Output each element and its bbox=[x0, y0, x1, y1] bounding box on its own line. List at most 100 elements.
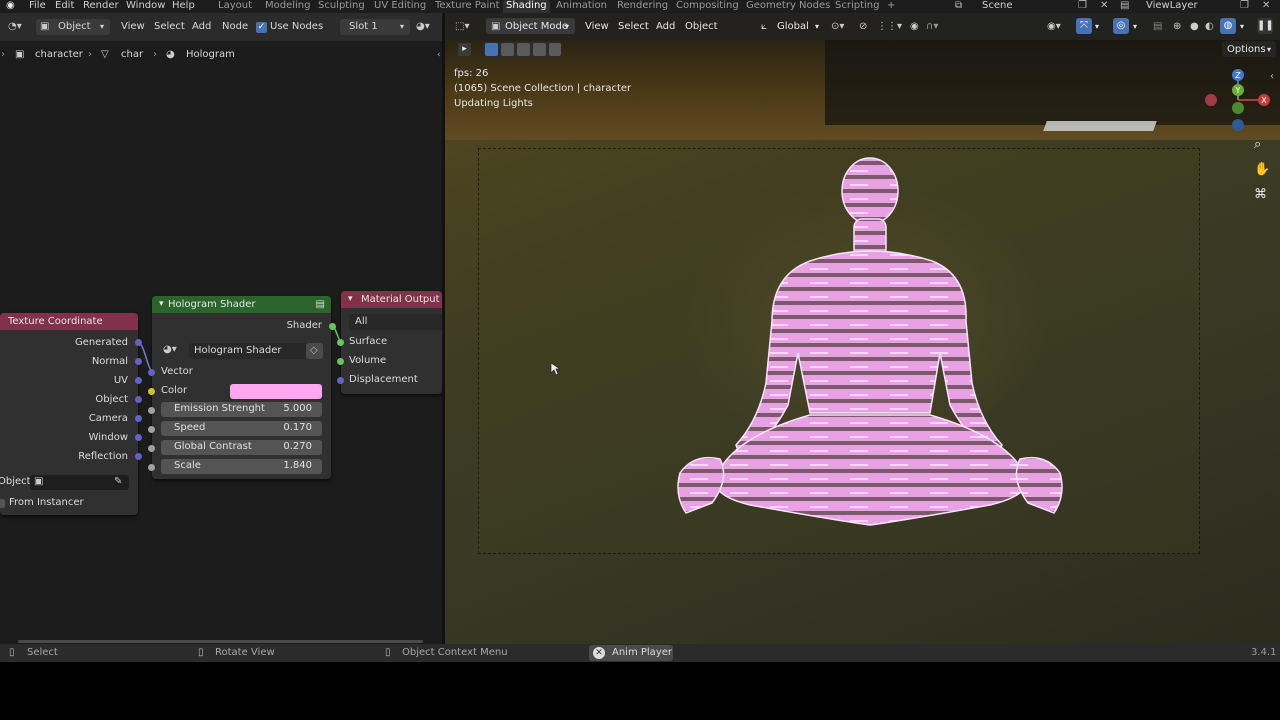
rendered-shading-icon[interactable]: ◍ bbox=[1220, 18, 1236, 34]
socket-reflection[interactable] bbox=[135, 453, 142, 460]
orientation-dropdown[interactable]: Global bbox=[777, 20, 809, 33]
pivot-icon[interactable]: ⊙▾ bbox=[831, 20, 844, 33]
status-context: Object Context Menu bbox=[402, 647, 508, 658]
socket-normal[interactable] bbox=[135, 358, 142, 365]
gizmo-y-label: Y bbox=[1235, 86, 1241, 95]
solid-shading-icon[interactable]: ● bbox=[1190, 20, 1199, 33]
chevron-down-icon: ▾ bbox=[1133, 22, 1138, 31]
color-swatch[interactable] bbox=[230, 384, 322, 399]
eyedropper-icon[interactable]: ✎ bbox=[114, 476, 122, 488]
tab-geometry-nodes[interactable]: Geometry Nodes bbox=[743, 0, 833, 13]
copy-view-layer-icon[interactable]: ❐ bbox=[1240, 0, 1249, 13]
camera-view-icon[interactable]: ⌘ bbox=[1254, 188, 1267, 201]
close-scene-icon[interactable]: ✕ bbox=[1100, 0, 1108, 13]
socket-generated[interactable] bbox=[135, 339, 142, 346]
from-instancer-checkbox[interactable] bbox=[0, 499, 5, 508]
node-group-selector[interactable]: ◕▾ Hologram Shader ◇ bbox=[161, 343, 323, 359]
object-mode-icon: ▣ bbox=[491, 21, 501, 32]
pause-render-icon[interactable]: ❚❚ bbox=[1257, 18, 1274, 34]
output-uv: UV bbox=[113, 375, 128, 386]
tab-texture-paint[interactable]: Texture Paint bbox=[432, 0, 503, 13]
texture-coordinate-node[interactable]: Texture Coordinate Generated Normal UV O… bbox=[0, 313, 138, 515]
tab-scripting[interactable]: Scripting bbox=[832, 0, 882, 13]
node-header[interactable]: ▾ Hologram Shader ▤ bbox=[152, 296, 331, 313]
socket-displacement-in[interactable] bbox=[337, 377, 344, 384]
socket-camera[interactable] bbox=[135, 415, 142, 422]
collapse-chevron-icon[interactable]: ▾ bbox=[159, 296, 164, 313]
figure-body bbox=[677, 157, 1063, 526]
anim-player-job[interactable]: ✕ Anim Player bbox=[589, 645, 673, 661]
material-shading-icon[interactable]: ◐ bbox=[1205, 20, 1214, 33]
scale-field[interactable]: Scale 1.840 bbox=[161, 459, 322, 474]
socket-surface-in[interactable] bbox=[337, 339, 344, 346]
visibility-eye-icon[interactable]: ◉▾ bbox=[1047, 20, 1061, 33]
socket-window[interactable] bbox=[135, 434, 142, 441]
node-header[interactable]: Texture Coordinate bbox=[0, 313, 138, 330]
select-intersect-icon[interactable] bbox=[549, 43, 561, 56]
socket-emission-in[interactable] bbox=[148, 407, 155, 414]
viewport-header: ⬚▾ ▣ Object Mode ▾ View Select Add Objec… bbox=[445, 13, 1280, 40]
socket-vector-in[interactable] bbox=[148, 369, 155, 376]
xray-icon[interactable]: ▤ bbox=[1153, 20, 1162, 33]
socket-volume-in[interactable] bbox=[337, 358, 344, 365]
view-layer-name[interactable]: ViewLayer bbox=[1146, 0, 1198, 13]
close-view-layer-icon[interactable]: ✕ bbox=[1262, 0, 1270, 13]
options-dropdown[interactable]: Options ▾ bbox=[1222, 41, 1276, 57]
gizmo-toggle-icon[interactable]: ⤧ bbox=[1076, 18, 1092, 34]
select-subtract-icon[interactable] bbox=[517, 43, 530, 56]
socket-speed-in[interactable] bbox=[148, 426, 155, 433]
group-name: Hologram Shader bbox=[194, 345, 282, 356]
group-name-field[interactable]: Hologram Shader bbox=[189, 343, 315, 359]
socket-contrast-in[interactable] bbox=[148, 445, 155, 452]
gizmo-neg-x-axis bbox=[1205, 94, 1217, 106]
speed-field[interactable]: Speed 0.170 bbox=[161, 421, 322, 436]
pan-hand-icon[interactable]: ✋ bbox=[1254, 163, 1270, 176]
node-group-icon[interactable]: ▤ bbox=[316, 296, 325, 313]
snap-target-icon[interactable]: ⋮⋮▾ bbox=[877, 20, 902, 33]
node-editor-scrollbar[interactable] bbox=[18, 640, 423, 643]
socket-uv[interactable] bbox=[135, 377, 142, 384]
select-new-icon[interactable] bbox=[485, 43, 498, 56]
copy-scene-icon[interactable]: ❐ bbox=[1078, 0, 1087, 13]
tab-rendering[interactable]: Rendering bbox=[614, 0, 671, 13]
node-header[interactable]: ▾ Material Output bbox=[341, 291, 442, 308]
menu-view[interactable]: View bbox=[585, 20, 609, 33]
cancel-job-icon[interactable]: ✕ bbox=[593, 647, 605, 659]
menu-add[interactable]: Add bbox=[656, 20, 675, 33]
scene-name[interactable]: Scene bbox=[982, 0, 1013, 13]
socket-color-in[interactable] bbox=[148, 388, 155, 395]
tab-compositing[interactable]: Compositing bbox=[673, 0, 742, 13]
wireframe-shading-icon[interactable]: ⊕ bbox=[1173, 20, 1181, 33]
global-contrast-field[interactable]: Global Contrast 0.270 bbox=[161, 440, 322, 455]
select-invert-icon[interactable] bbox=[533, 43, 546, 56]
menu-object[interactable]: Object bbox=[685, 20, 718, 33]
sidebar-toggle-icon[interactable]: ‹ bbox=[1270, 70, 1274, 83]
menu-select[interactable]: Select bbox=[618, 20, 649, 33]
snap-icon[interactable]: ⊘ bbox=[859, 20, 867, 33]
target-dropdown[interactable]: All bbox=[349, 314, 442, 330]
editor-type-icon[interactable]: ⬚▾ bbox=[455, 20, 469, 33]
tab-animation[interactable]: Animation bbox=[553, 0, 610, 13]
zoom-icon[interactable]: ⌕ bbox=[1254, 138, 1261, 151]
object-picker-field[interactable]: ▣ ✎ bbox=[30, 475, 129, 490]
tab-shading[interactable]: Shading bbox=[503, 0, 550, 13]
select-tool-icon[interactable]: ▸ bbox=[458, 43, 471, 56]
fake-user-shield-button[interactable]: ◇ bbox=[306, 343, 323, 359]
select-extend-icon[interactable] bbox=[501, 43, 514, 56]
add-workspace-button[interactable]: + bbox=[884, 0, 898, 13]
socket-scale-in[interactable] bbox=[148, 464, 155, 471]
falloff-icon[interactable]: ∩▾ bbox=[926, 20, 938, 33]
overlay-toggle-icon[interactable]: ◎ bbox=[1113, 18, 1129, 34]
proportional-edit-icon[interactable]: ◉ bbox=[910, 20, 919, 33]
node-title: Hologram Shader bbox=[168, 299, 256, 310]
socket-object[interactable] bbox=[135, 396, 142, 403]
sidebar-toggle-icon[interactable]: ‹ bbox=[437, 50, 441, 60]
emission-strength-field[interactable]: Emission Strenght 5.000 bbox=[161, 402, 322, 417]
socket-shader-out[interactable] bbox=[329, 323, 336, 330]
collapse-chevron-icon[interactable]: ▾ bbox=[348, 291, 353, 308]
material-output-node[interactable]: ▾ Material Output All Surface Volume Dis… bbox=[341, 291, 442, 394]
3d-viewport[interactable]: ⬚▾ ▣ Object Mode ▾ View Select Add Objec… bbox=[445, 13, 1280, 644]
hologram-shader-node[interactable]: ▾ Hologram Shader ▤ Shader ◕▾ Hologram S… bbox=[152, 296, 331, 479]
navigation-gizmo[interactable]: Z Y X bbox=[1200, 63, 1280, 138]
mode-dropdown[interactable]: ▣ Object Mode ▾ bbox=[486, 18, 575, 34]
